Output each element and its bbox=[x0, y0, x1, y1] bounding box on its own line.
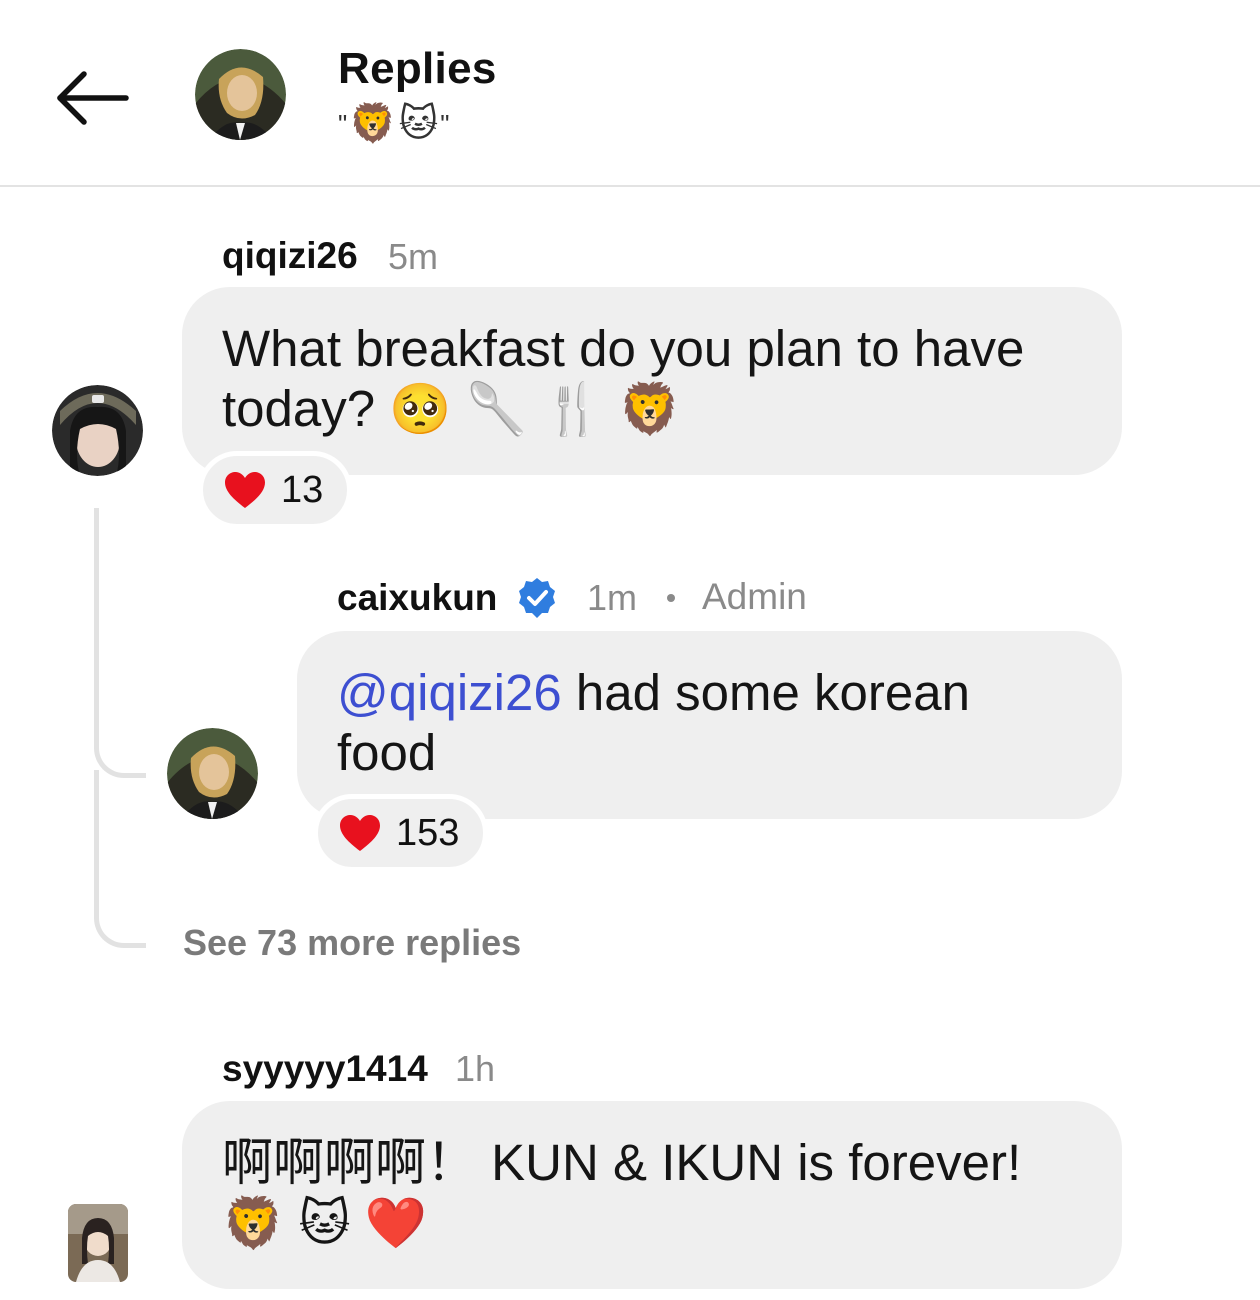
pleading-face-emoji: 🥺 bbox=[389, 381, 452, 437]
reaction-pill[interactable]: 13 bbox=[198, 451, 353, 529]
comment-text: 啊啊啊啊！ KUN & IKUN is forever! bbox=[222, 1134, 1022, 1191]
cat-emoji: 🐱 bbox=[398, 103, 439, 145]
comment-username[interactable]: qiqizi26 bbox=[222, 235, 358, 277]
comment-time: 5m bbox=[388, 236, 439, 277]
reaction-count: 153 bbox=[396, 811, 460, 854]
comment-time: 1h bbox=[455, 1048, 496, 1089]
comment-bubble: @qiqizi26 had some korean food bbox=[297, 631, 1122, 819]
separator-dot bbox=[667, 594, 675, 602]
comment-username[interactable]: syyyyy1414 bbox=[222, 1048, 428, 1090]
header-avatar[interactable] bbox=[195, 49, 286, 140]
spoon-emoji: 🥄 bbox=[465, 381, 528, 437]
verified-badge-icon bbox=[519, 578, 555, 618]
page-subtitle: " 🦁 🐱 " bbox=[338, 100, 449, 148]
see-more-replies-link[interactable]: See 73 more replies bbox=[183, 922, 521, 964]
heart-emoji: ❤️ bbox=[364, 1195, 427, 1251]
thread-connector-line bbox=[94, 770, 146, 948]
arrow-left-icon bbox=[57, 71, 129, 125]
fork-knife-emoji: 🍴 bbox=[542, 381, 605, 437]
replies-header: Replies " 🦁 🐱 " bbox=[0, 0, 1260, 187]
lion-emoji: 🦁 bbox=[349, 103, 397, 145]
avatar[interactable] bbox=[68, 1204, 128, 1282]
page-title: Replies bbox=[338, 44, 497, 93]
avatar[interactable] bbox=[167, 728, 258, 819]
lion-emoji: 🦁 bbox=[618, 381, 681, 437]
cat-emoji: 🐱 bbox=[298, 1195, 351, 1251]
reaction-pill[interactable]: 153 bbox=[313, 794, 489, 872]
thread-connector-line bbox=[94, 508, 146, 778]
lion-emoji: 🦁 bbox=[222, 1195, 285, 1251]
reaction-count: 13 bbox=[281, 468, 324, 511]
heart-icon bbox=[225, 472, 265, 508]
comment-bubble: 啊啊啊啊！ KUN & IKUN is forever! 🦁 🐱 ❤️ bbox=[182, 1101, 1122, 1289]
mention-link[interactable]: @qiqizi26 bbox=[337, 664, 562, 721]
comment-bubble: What breakfast do you plan to have today… bbox=[182, 287, 1122, 475]
subtitle-quote-open: " bbox=[338, 108, 348, 139]
back-button[interactable] bbox=[48, 66, 132, 130]
heart-icon bbox=[340, 815, 380, 851]
avatar[interactable] bbox=[52, 385, 143, 476]
comment-time: 1m bbox=[587, 577, 638, 618]
admin-label: Admin bbox=[702, 576, 807, 617]
subtitle-quote-close: " bbox=[440, 108, 450, 139]
comment-username[interactable]: caixukun bbox=[337, 577, 497, 619]
